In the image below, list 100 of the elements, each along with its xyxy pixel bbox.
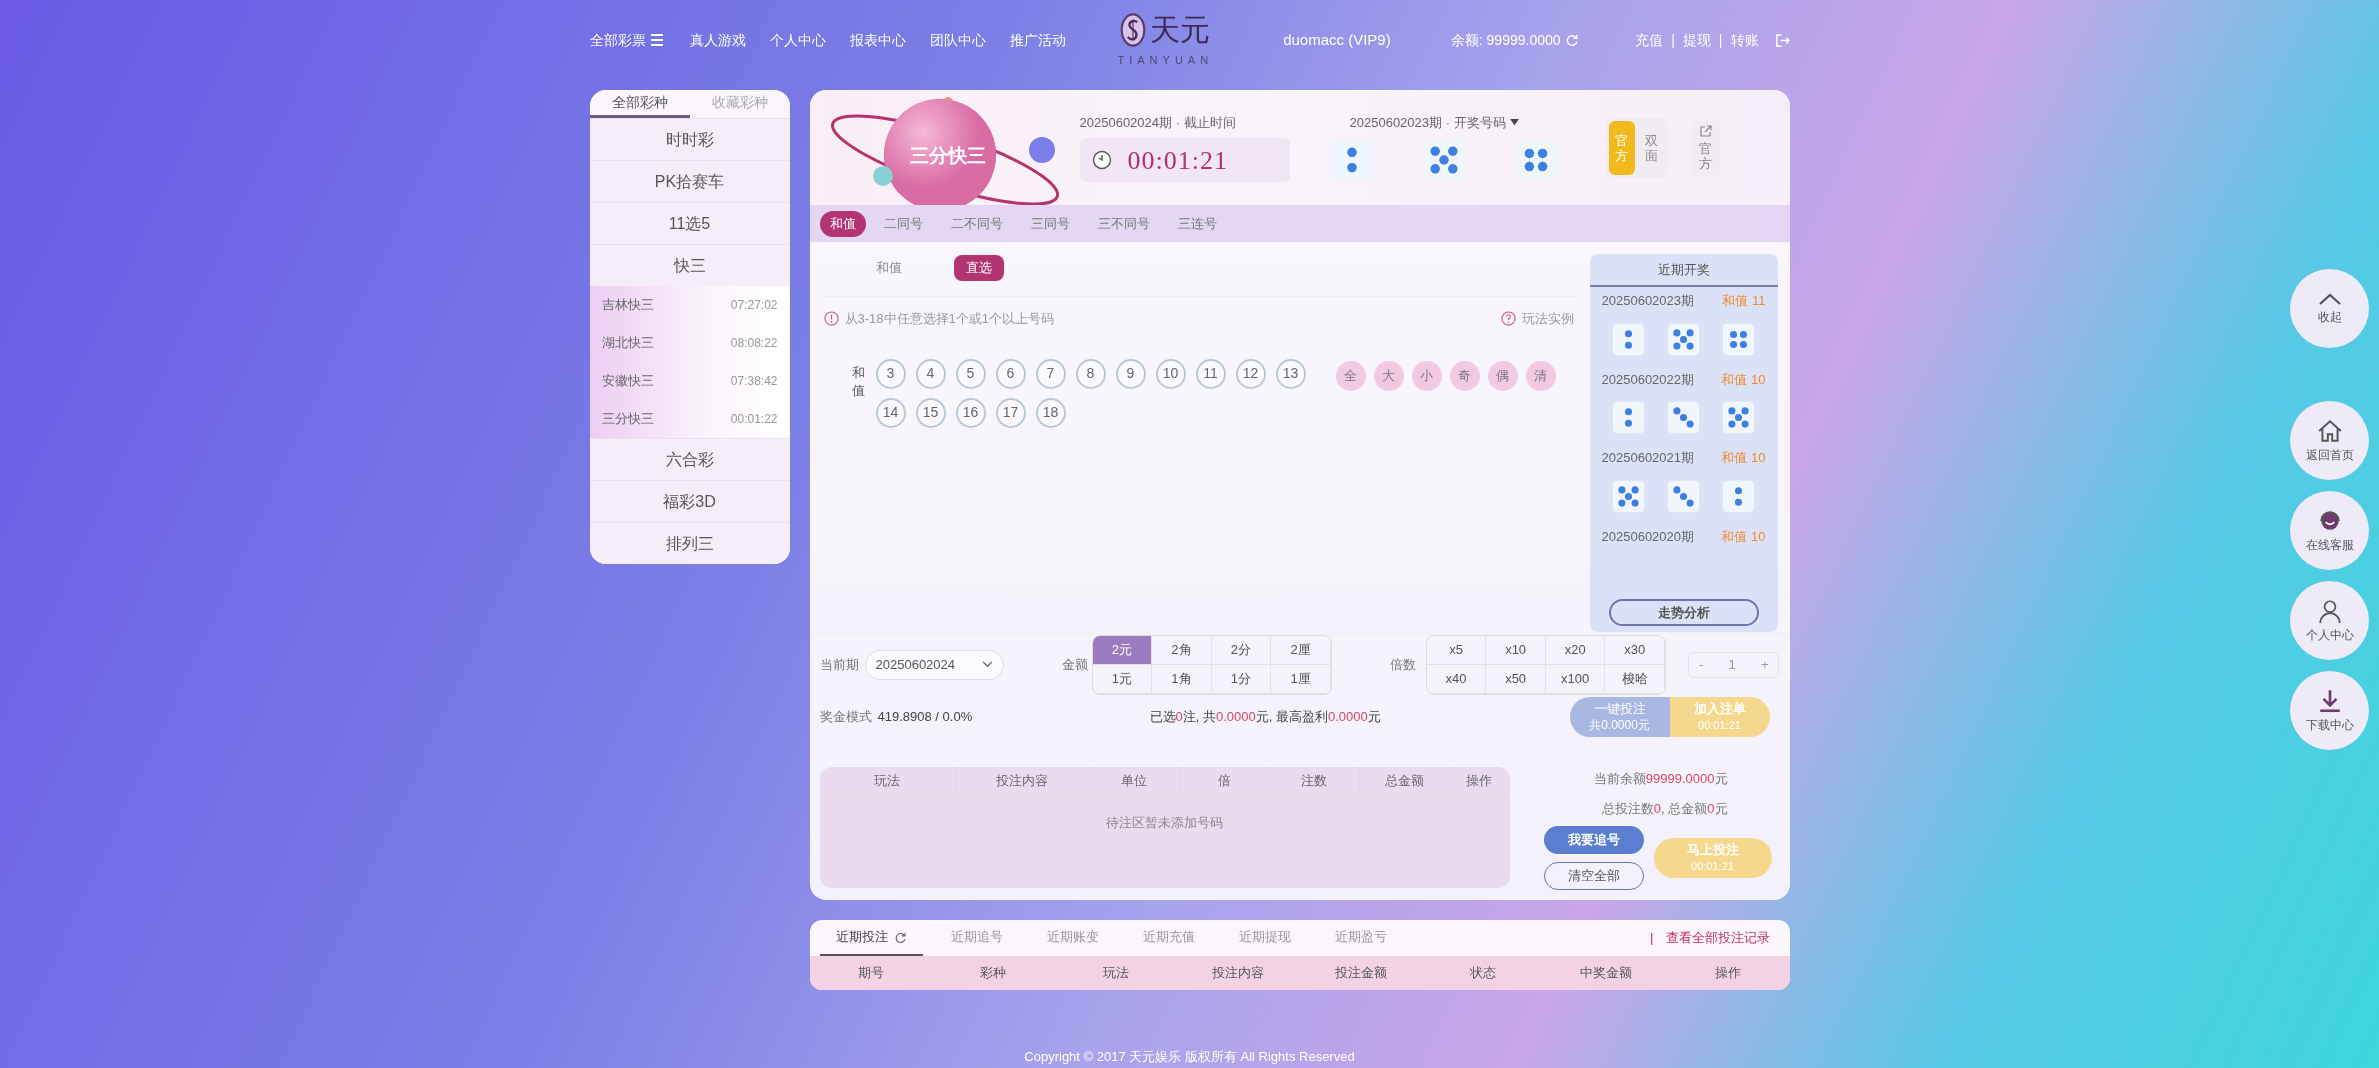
chase-number-button[interactable]: 我要追号: [1543, 826, 1644, 854]
prize-mode-value: 419.8908 / 0.0%: [877, 708, 973, 727]
quick-pick-button[interactable]: 全: [1335, 360, 1366, 391]
amount-option[interactable]: 1厘: [1271, 664, 1331, 694]
records-tab[interactable]: 近期账变: [1030, 920, 1115, 956]
nav-link[interactable]: 真人游戏: [689, 29, 746, 51]
play-tab[interactable]: 三同号: [1020, 210, 1080, 237]
chevron-down-icon: [981, 661, 993, 668]
records-tab[interactable]: 近期追号: [934, 920, 1019, 956]
multiplier-option[interactable]: 梭哈: [1605, 664, 1665, 694]
column-header: 总金额: [1359, 767, 1450, 794]
prize-mode-label: 奖金模式: [819, 708, 872, 727]
float-button[interactable]: 在线客服: [2290, 491, 2369, 570]
official-link[interactable]: 官方: [1691, 118, 1720, 177]
amount-option[interactable]: 1元: [1092, 664, 1153, 694]
game-title: 三分快三: [909, 144, 986, 168]
sidebar-item[interactable]: 吉林快三 07:27:02: [589, 286, 790, 324]
records-tab[interactable]: 近期盈亏: [1318, 920, 1403, 956]
float-button[interactable]: 个人中心: [2290, 581, 2369, 660]
play-tab[interactable]: 三不同号: [1087, 210, 1160, 237]
row-label: 和值: [851, 363, 866, 400]
sub-tab[interactable]: 直选: [953, 255, 1004, 281]
view-all-link[interactable]: 查看全部投注记录: [1665, 928, 1770, 948]
logo-text: 天元: [1150, 14, 1211, 45]
play-tab[interactable]: 二同号: [873, 210, 933, 237]
clock-icon: [1091, 150, 1112, 171]
multiplier-option[interactable]: x5: [1426, 635, 1487, 665]
field-label: 当前期: [819, 655, 859, 674]
rule-hint: 从3-18中任意选择1个或1个以上号码: [844, 310, 1054, 328]
quick-pick-button[interactable]: 奇: [1449, 360, 1480, 391]
draw-sum: 和值 10: [1721, 370, 1766, 389]
last-issue[interactable]: 20250602023期 · 开奖号码: [1349, 112, 1506, 133]
mode-toggle[interactable]: 双面: [1638, 120, 1665, 175]
refresh-icon: [893, 930, 907, 944]
countdown-time: 07:38:42: [730, 373, 778, 390]
multiplier-option[interactable]: x30: [1605, 635, 1665, 665]
username: duomacc (VIP9): [1283, 29, 1391, 50]
logo-icon: [1120, 11, 1147, 48]
multiplier-option[interactable]: x100: [1545, 664, 1606, 694]
records-tab[interactable]: 近期充值: [1126, 920, 1211, 956]
multiplier-option[interactable]: x20: [1545, 635, 1606, 665]
multiplier-option[interactable]: x50: [1486, 664, 1546, 694]
home-icon: [2316, 417, 2343, 444]
bet-totals: 总投注数0, 总金额0元: [1601, 799, 1728, 818]
quantity-value: 1: [1728, 655, 1736, 674]
logout-icon[interactable]: [1774, 32, 1790, 48]
play-tab[interactable]: 和值: [819, 210, 866, 237]
logo-subtitle: TIANYUAN: [1117, 52, 1214, 68]
help-icon: [1500, 311, 1516, 327]
play-tab[interactable]: 三连号: [1167, 210, 1227, 237]
quick-pick-button[interactable]: 大: [1373, 360, 1404, 391]
sidebar-item[interactable]: 湖北快三 08:08:22: [589, 324, 790, 362]
float-button[interactable]: 收起: [2290, 269, 2369, 348]
sidebar-category[interactable]: 排列三: [589, 522, 790, 564]
lottery-name: 湖北快三: [601, 334, 654, 353]
records-tab[interactable]: 近期提现: [1222, 920, 1307, 956]
amount-option[interactable]: 2厘: [1271, 635, 1331, 665]
issue-select[interactable]: 20250602024: [864, 649, 1004, 680]
field-label: 金额: [1061, 655, 1088, 674]
multiplier-option[interactable]: x10: [1486, 635, 1546, 665]
balance-value: 99999.0000: [1486, 30, 1561, 50]
column-header: 投注内容: [1211, 964, 1266, 983]
float-button[interactable]: 返回首页: [2290, 401, 2369, 480]
column-header: 注数: [1269, 767, 1360, 794]
caret-icon: [1509, 119, 1519, 126]
column-header: 操作: [1449, 767, 1510, 794]
quick-pick-button[interactable]: 清: [1525, 360, 1556, 391]
draw-issue: 20250602020期: [1601, 527, 1695, 546]
column-header: 中奖金额: [1578, 964, 1633, 983]
sub-tab[interactable]: 和值: [863, 255, 914, 281]
play-tab[interactable]: 二不同号: [940, 210, 1013, 237]
quick-pick-button[interactable]: 小: [1411, 360, 1442, 391]
trend-analysis-button[interactable]: 走势分析: [1608, 599, 1759, 626]
nav-link[interactable]: 全部彩票: [589, 29, 664, 51]
amount-option[interactable]: 1角: [1152, 664, 1212, 694]
separator: |: [1718, 30, 1723, 50]
amount-option[interactable]: 2角: [1152, 635, 1212, 665]
multiplier-option[interactable]: x40: [1426, 664, 1487, 694]
current-issue: 20250602024期 · 截止时间: [1079, 113, 1237, 132]
sidebar-item[interactable]: 安徽快三 07:38:42: [589, 362, 790, 400]
panel-title: 近期开奖: [1589, 254, 1778, 287]
sidebar-item[interactable]: 三分快三 00:01:22: [589, 400, 790, 438]
nav-link[interactable]: 团队中心: [929, 29, 986, 51]
amount-option[interactable]: 2元: [1092, 635, 1153, 665]
countdown-time: 07:27:02: [730, 297, 778, 314]
countdown-time: 00:01:22: [730, 411, 778, 428]
float-button[interactable]: 下载中心: [2290, 671, 2369, 750]
draw-sum: 和值 11: [1722, 292, 1766, 310]
refresh-icon[interactable]: [1564, 33, 1579, 47]
quick-pick-button[interactable]: 偶: [1487, 360, 1518, 391]
nav-link[interactable]: 个人中心: [769, 29, 826, 51]
amount-option[interactable]: 2分: [1211, 635, 1272, 665]
amount-option[interactable]: 1分: [1211, 664, 1272, 694]
column-header: 投注金额: [1333, 964, 1388, 983]
countdown-time: 08:08:22: [730, 335, 778, 352]
user-icon: [2316, 597, 2343, 624]
external-link-icon: [1699, 124, 1712, 137]
nav-link[interactable]: 报表中心: [849, 29, 906, 51]
nav-link[interactable]: 推广活动: [1009, 29, 1066, 51]
draw-sum: 和值 10: [1721, 527, 1766, 546]
